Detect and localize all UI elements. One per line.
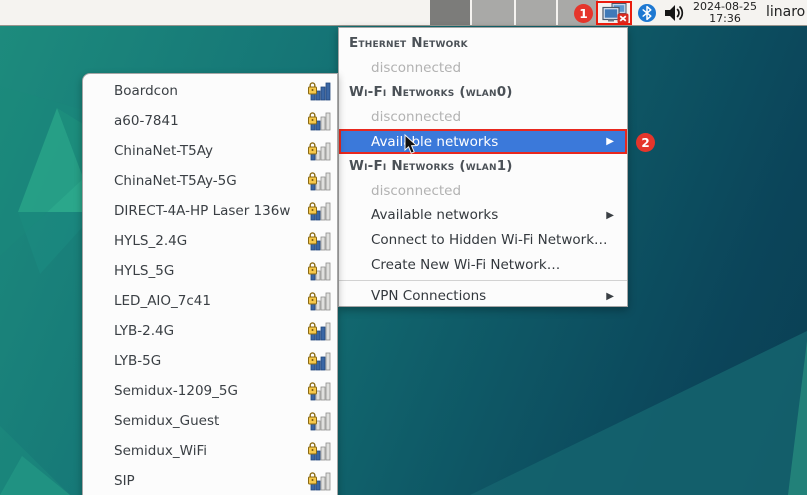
wifi-ssid-label: SIP [114, 473, 135, 489]
wifi-signal-lock-icon [308, 112, 331, 131]
wifi-ssid-label: Semidux_Guest [114, 413, 220, 429]
menu-item-available-networks[interactable]: Available networks ▶ [339, 129, 627, 154]
menu-section-header-ethernet-network: Ethernet Network [339, 31, 627, 56]
top-panel: 2024-08-25 17:36 linaro [0, 0, 807, 26]
wifi-signal-lock-icon [308, 292, 331, 311]
wifi-network-item-chinanet-t5ay-5g[interactable]: ChinaNet-T5Ay-5G [83, 166, 337, 196]
wifi-signal-lock-icon [308, 412, 331, 431]
menu-item-vpn-connections[interactable]: VPN Connections ▶ [339, 284, 627, 309]
menu-row-label: Available networks [371, 207, 499, 224]
wifi-network-item-semidux-1209-5g[interactable]: Semidux-1209_5G [83, 376, 337, 406]
menu-item-create-new-wi-fi-network[interactable]: Create New Wi-Fi Network… [339, 252, 627, 277]
wifi-ssid-label: ChinaNet-T5Ay-5G [114, 173, 237, 189]
wifi-signal-lock-icon [308, 472, 331, 491]
wifi-network-item-a60-7841[interactable]: a60-7841 [83, 106, 337, 136]
wifi-signal-lock-icon [308, 172, 331, 191]
wifi-ssid-label: Boardcon [114, 83, 178, 99]
menu-row-label: Connect to Hidden Wi-Fi Network… [371, 232, 608, 249]
wifi-network-item-led-aio-7c41[interactable]: LED_AIO_7c41 [83, 286, 337, 316]
wifi-ssid-label: a60-7841 [114, 113, 179, 129]
wifi-network-item-lyb-2-4g[interactable]: LYB-2.4G [83, 316, 337, 346]
wifi-ssid-label: LYB-5G [114, 353, 162, 369]
wifi-signal-lock-icon [308, 352, 331, 371]
menu-status-text: disconnected [339, 179, 627, 204]
wifi-ssid-label: HYLS_5G [114, 263, 175, 279]
wifi-ssid-label: DIRECT-4A-HP Laser 136w [114, 203, 291, 219]
menu-item-available-networks[interactable]: Available networks ▶ [339, 203, 627, 228]
wifi-signal-lock-icon [308, 382, 331, 401]
menu-section-header-wi-fi-networks-wlan0: Wi-Fi Networks (wlan0) [339, 80, 627, 105]
username-button[interactable]: linaro [766, 4, 805, 20]
menu-row-label: Wi-Fi Networks (wlan0) [349, 84, 513, 101]
network-menu: Ethernet Network disconnected Wi-Fi Networ… [338, 27, 628, 307]
bluetooth-icon[interactable] [637, 3, 657, 23]
network-icon-glyph [602, 3, 629, 24]
wifi-network-item-lyb-5g[interactable]: LYB-5G [83, 346, 337, 376]
wifi-ssid-label: Semidux_WiFi [114, 443, 207, 459]
submenu-arrow-icon: ▶ [606, 209, 614, 221]
taskbar-window-button[interactable] [516, 0, 556, 25]
annotation-badge-2: 2 [636, 133, 655, 152]
wifi-ssid-label: ChinaNet-T5Ay [114, 143, 214, 159]
wifi-networks-submenu: Boardcon a60-7841 ChinaNet-T5Ay ChinaNet-T5… [82, 73, 338, 495]
bluetooth-icon-glyph [638, 4, 656, 22]
menu-row-label: Create New Wi-Fi Network… [371, 256, 561, 273]
volume-icon-glyph [665, 5, 684, 21]
mouse-cursor-icon [404, 133, 419, 159]
wifi-ssid-label: LED_AIO_7c41 [114, 293, 211, 309]
menu-row-label: VPN Connections [371, 288, 487, 305]
taskbar-window-button[interactable] [430, 0, 470, 25]
menu-row-label: Ethernet Network [349, 35, 468, 52]
wifi-signal-lock-icon [308, 262, 331, 281]
taskbar-window-button[interactable] [472, 0, 514, 25]
desktop-screen: 2024-08-25 17:36 linaro Ethernet Network… [0, 0, 807, 495]
wifi-ssid-label: Semidux-1209_5G [114, 383, 238, 399]
submenu-arrow-icon: ▶ [606, 136, 614, 148]
wifi-network-item-boardcon[interactable]: Boardcon [83, 76, 337, 106]
annotation-badge-1: 1 [574, 4, 593, 23]
wifi-ssid-label: LYB-2.4G [114, 323, 175, 339]
wifi-network-item-hyls-5g[interactable]: HYLS_5G [83, 256, 337, 286]
menu-separator [339, 279, 627, 281]
network-disconnected-icon[interactable] [601, 3, 629, 24]
wifi-signal-lock-icon [308, 202, 331, 221]
wifi-network-item-semidux-guest[interactable]: Semidux_Guest [83, 406, 337, 436]
wifi-network-item-sip[interactable]: SIP [83, 466, 337, 495]
clock-time: 17:36 [709, 12, 741, 25]
menu-section-header-wi-fi-networks-wlan1: Wi-Fi Networks (wlan1) [339, 154, 627, 179]
clock-widget[interactable]: 2024-08-25 17:36 [689, 1, 761, 25]
wifi-network-item-chinanet-t5ay[interactable]: ChinaNet-T5Ay [83, 136, 337, 166]
wifi-signal-lock-icon [308, 442, 331, 461]
submenu-arrow-icon: ▶ [606, 290, 614, 302]
wifi-ssid-label: HYLS_2.4G [114, 233, 188, 249]
menu-row-label: Wi-Fi Networks (wlan1) [349, 158, 513, 175]
menu-row-label: disconnected [371, 109, 462, 126]
menu-status-text: disconnected [339, 56, 627, 81]
volume-icon[interactable] [662, 3, 686, 23]
wifi-network-item-semidux-wifi[interactable]: Semidux_WiFi [83, 436, 337, 466]
menu-row-label: disconnected [371, 59, 462, 76]
menu-row-label: disconnected [371, 182, 462, 199]
wifi-network-item-direct-4a-hp-laser-136w[interactable]: DIRECT-4A-HP Laser 136w [83, 196, 337, 226]
wifi-signal-lock-icon [308, 232, 331, 251]
wifi-network-item-hyls-2-4g[interactable]: HYLS_2.4G [83, 226, 337, 256]
menu-status-text: disconnected [339, 105, 627, 130]
wifi-signal-lock-icon [308, 82, 331, 101]
wifi-signal-lock-icon [308, 142, 331, 161]
wifi-signal-lock-icon [308, 322, 331, 341]
menu-item-connect-to-hidden-wi-fi-network[interactable]: Connect to Hidden Wi-Fi Network… [339, 228, 627, 253]
